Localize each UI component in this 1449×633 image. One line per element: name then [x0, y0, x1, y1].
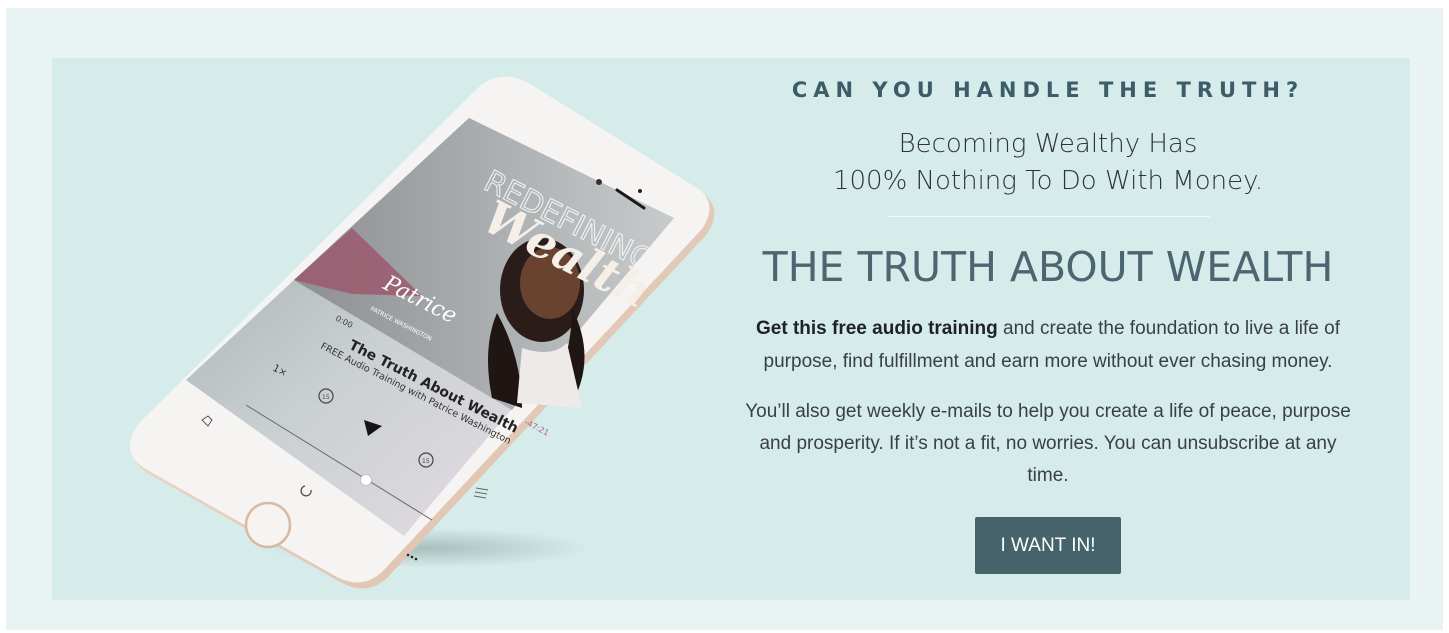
- intro-line-2: purpose, find fulfillment and earn more …: [763, 351, 1333, 372]
- more-icon[interactable]: [406, 553, 418, 561]
- email-line-2: and prosperity. If it’s not a fit, no wo…: [759, 433, 1337, 454]
- skip-back-label: 15: [322, 394, 330, 401]
- home-button: [244, 501, 292, 549]
- volume-slider-thumb[interactable]: [360, 474, 372, 486]
- i-want-in-button[interactable]: I WANT IN!: [975, 517, 1121, 574]
- subhead: Becoming Wealthy Has 100% Nothing To Do …: [712, 126, 1384, 200]
- skip-forward-label: 15: [422, 458, 430, 465]
- list-icon[interactable]: [473, 487, 489, 499]
- remaining-time: -47:21: [523, 418, 550, 438]
- hero-panel: REDEFINING Wealth Patrice PATRICE WASHIN…: [52, 58, 1410, 600]
- phone-illustration: REDEFINING Wealth Patrice PATRICE WASHIN…: [52, 58, 772, 600]
- intro-bold: Get this free audio training: [756, 318, 998, 339]
- headline: THE TRUTH ABOUT WEALTH: [762, 243, 1334, 291]
- email-line-3: time.: [1027, 465, 1069, 486]
- subhead-line-2: 100% Nothing To Do With Money.: [832, 166, 1264, 196]
- divider: [888, 216, 1210, 217]
- hero-content: CAN YOU HANDLE THE TRUTH? Becoming Wealt…: [712, 58, 1384, 600]
- email-line-1: You’ll also get weekly e-mails to help y…: [745, 401, 1351, 422]
- eyebrow: CAN YOU HANDLE THE TRUTH?: [791, 78, 1305, 102]
- page-background: REDEFINING Wealth Patrice PATRICE WASHIN…: [6, 8, 1443, 630]
- phone-mockup: REDEFINING Wealth Patrice PATRICE WASHIN…: [129, 76, 715, 589]
- email-paragraph: You’ll also get weekly e-mails to help y…: [712, 396, 1384, 492]
- subhead-line-1: Becoming Wealthy Has: [898, 129, 1198, 159]
- camera-icon: [596, 179, 602, 185]
- intro-paragraph: Get this free audio training and create …: [712, 312, 1384, 378]
- intro-rest: and create the foundation to live a life…: [997, 318, 1340, 339]
- sensor-dot: [638, 189, 642, 193]
